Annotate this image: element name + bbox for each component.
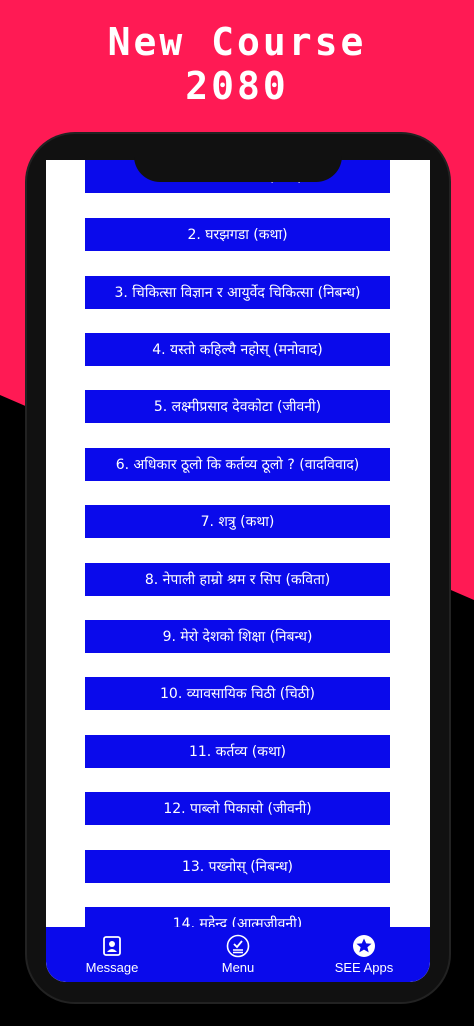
lesson-button[interactable]: 9. मेरो देशको शिक्षा (निबन्ध) xyxy=(85,620,390,653)
lesson-button[interactable]: 11. कर्तव्य (कथा) xyxy=(85,735,390,768)
lesson-button[interactable]: 3. चिकित्सा विज्ञान र आयुर्वेद चिकित्सा … xyxy=(85,276,390,309)
lesson-button[interactable]: 6. अधिकार ठूलो कि कर्तव्य ठूलो ? (वादविव… xyxy=(85,448,390,481)
message-icon xyxy=(100,934,124,958)
promo-title-line1: New Course xyxy=(107,20,367,64)
nav-see-apps-label: SEE Apps xyxy=(334,960,394,975)
nav-message-label: Message xyxy=(85,960,139,975)
lesson-button[interactable]: 2. घरझगडा (कथा) xyxy=(85,218,390,251)
star-circle-icon xyxy=(352,934,376,958)
app-screen: 1. आमाको सपना (कथा) 2. घरझगडा (कथा) 3. च… xyxy=(46,160,430,982)
lesson-button[interactable]: 8. नेपाली हाम्रो श्रम र सिप (कविता) xyxy=(85,563,390,596)
lesson-button[interactable]: 4. यस्तो कहिल्यै नहोस् (मनोवाद) xyxy=(85,333,390,366)
nav-message[interactable]: Message xyxy=(72,934,152,975)
lesson-button[interactable]: 5. लक्ष्मीप्रसाद देवकोटा (जीवनी) xyxy=(85,390,390,423)
promo-title: New Course 2080 xyxy=(0,20,474,108)
promo-title-line2: 2080 xyxy=(185,64,289,108)
nav-see-apps[interactable]: SEE Apps xyxy=(324,934,404,975)
nav-menu[interactable]: Menu xyxy=(198,934,278,975)
lesson-list: 1. आमाको सपना (कथा) 2. घरझगडा (कथा) 3. च… xyxy=(46,160,430,940)
lesson-button[interactable]: 12. पाब्लो पिकासो (जीवनी) xyxy=(85,792,390,825)
bottom-navigation: Message Menu SEE Apps xyxy=(46,927,430,982)
phone-notch xyxy=(134,134,342,182)
lesson-button[interactable]: 7. शत्रु (कथा) xyxy=(85,505,390,538)
menu-icon xyxy=(226,934,250,958)
nav-menu-label: Menu xyxy=(221,960,255,975)
lesson-button[interactable]: 13. पख्नोस् (निबन्ध) xyxy=(85,850,390,883)
lesson-button[interactable]: 10. व्यावसायिक चिठी (चिठी) xyxy=(85,677,390,710)
